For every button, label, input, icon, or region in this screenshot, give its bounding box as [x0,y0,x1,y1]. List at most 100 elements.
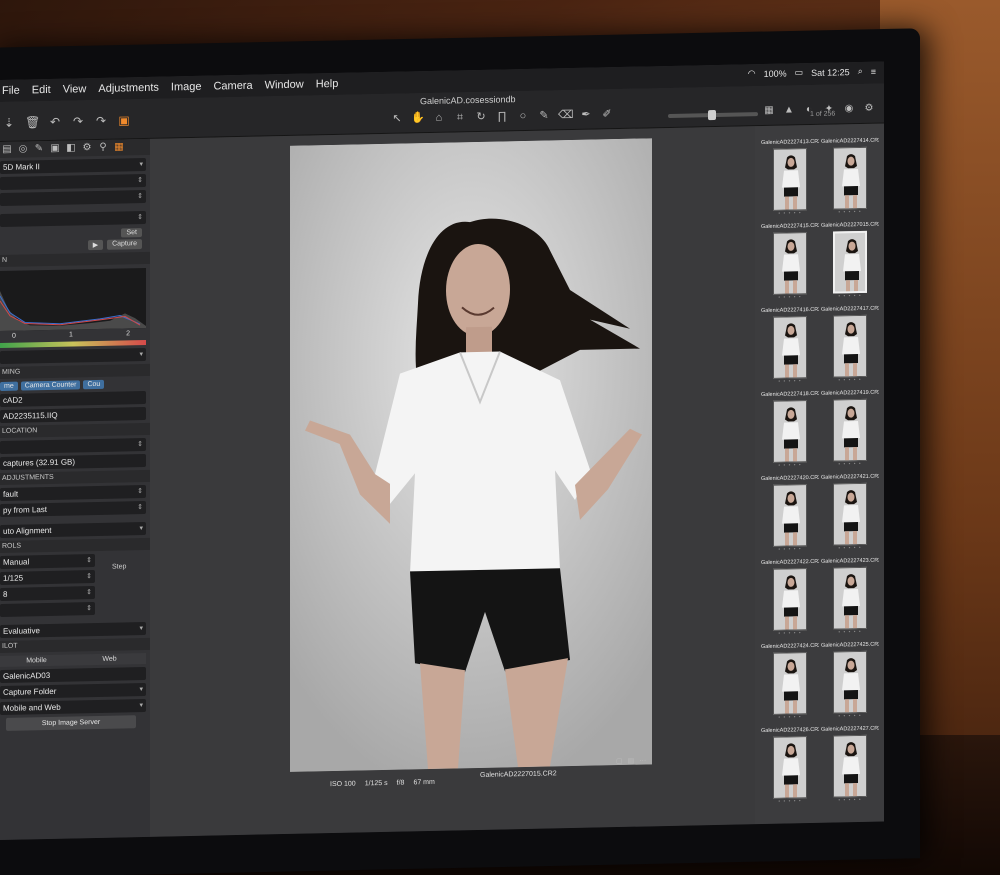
thumbnail-image[interactable] [773,400,807,463]
thumbnail-rating[interactable]: • • • • • [821,545,879,553]
auto-alignment-select[interactable]: uto Alignment ▾ [0,521,146,538]
import-icon[interactable]: ⇣ [2,116,16,130]
adjust-icon[interactable]: ⚲ [98,142,108,153]
live-view-button[interactable]: ▶ [87,239,104,251]
thumbnail-item[interactable]: GalenicAD2227415.CR2 • • • • • [761,223,819,308]
camera-setting-1[interactable]: ⇕ [0,173,146,190]
zoom-slider[interactable] [668,110,758,121]
eraser-icon[interactable]: ⌫ [558,108,574,122]
thumbnail-image[interactable] [833,734,867,798]
thumbnail-item[interactable]: GalenicAD2227419.CR2 • • • • • [821,390,879,475]
exposure-tab-icon[interactable]: ◧ [66,142,76,153]
thumbnail-item[interactable]: GalenicAD2227015.CR2 • • • • • [821,222,879,307]
battery-icon[interactable]: ▭ [795,67,804,78]
menu-file[interactable]: File [2,85,20,97]
mobile-web-select[interactable]: Mobile and Web ▾ [0,698,146,715]
zoom-slider-knob[interactable] [708,110,716,121]
stop-image-server-button[interactable]: Stop Image Server [6,715,136,731]
thumbnail-image[interactable] [773,148,807,211]
copy-from-last-select[interactable]: py from Last ⇕ [0,500,146,517]
camera-setting-3[interactable]: ⇕ [0,210,146,227]
thumbnail-rating[interactable]: • • • • • [761,210,819,218]
undo-icon[interactable]: ↶ [48,115,62,129]
thumbnail-image[interactable] [773,736,807,799]
viewer-compare-icon[interactable]: ▤ [628,757,635,765]
thumbnail-image[interactable] [773,316,807,379]
thumbnail-item[interactable]: GalenicAD2227416.CR2 • • • • • [761,307,819,392]
thumbnail-rating[interactable]: • • • • • [821,713,879,721]
menu-image[interactable]: Image [171,81,202,94]
location-header[interactable]: LOCATION [0,422,150,438]
thumbnail-rating[interactable]: • • • • • [761,378,819,386]
thumbnail-item[interactable]: GalenicAD2227426.CR2 • • • • • [761,727,819,812]
capture-folder-select[interactable]: Capture Folder ▾ [0,682,146,699]
location-select[interactable]: ⇕ [0,437,146,454]
thumbnail-image[interactable] [833,398,867,462]
name-token[interactable]: me [0,381,18,391]
mode-select[interactable]: Manual ⇕ [0,554,95,569]
thumbnail-image[interactable] [833,566,867,630]
grid-view-icon[interactable]: ▦ [762,104,776,118]
pilot-name-field[interactable]: GalenicAD03 [0,666,146,683]
spot-icon[interactable]: ○ [516,109,530,123]
focus-icon[interactable]: ✦ [822,102,836,116]
rotate-icon[interactable]: ↻ [474,110,488,124]
crop-icon[interactable]: ⌗ [453,110,467,124]
warning-icon[interactable]: ▲ [782,103,796,117]
camera-setting-2[interactable]: ⇕ [0,189,146,206]
thumbnail-rating[interactable]: • • • • • [761,462,819,470]
shutter-select[interactable]: 1/125 ⇕ [0,570,95,585]
brush-icon[interactable]: ✎ [537,108,551,122]
thumbnail-image[interactable] [773,232,807,295]
menu-list-icon[interactable]: ≡ [871,66,876,76]
thumbnail-image[interactable] [833,650,867,714]
thumbnail-item[interactable]: GalenicAD2227420.CR2 • • • • • [761,475,819,560]
forward-icon[interactable]: ↷ [94,114,108,128]
thumbnail-item[interactable]: GalenicAD2227413.CR2 • • • • • [761,139,819,224]
thumbnail-item[interactable]: GalenicAD2227417.CR2 • • • • • [821,306,879,391]
thumbnail-rating[interactable]: • • • • • [821,629,879,637]
adjustments-header[interactable]: ADJUSTMENTS [0,469,150,485]
color-icon[interactable]: ▣ [50,143,60,154]
menu-adjustments[interactable]: Adjustments [98,82,159,95]
thumbnail-image[interactable] [833,314,867,378]
capture-pilot-header[interactable]: ILOT [0,637,150,653]
lens-icon[interactable]: ✎ [34,143,44,154]
menu-help[interactable]: Help [316,78,339,90]
main-photo[interactable] [290,138,652,772]
capture-button[interactable]: Capture [107,239,142,250]
thumbnail-image[interactable] [773,652,807,715]
settings-icon[interactable]: ⚙ [862,102,876,116]
select-icon[interactable]: ↖ [390,112,404,126]
viewer-grid-icon[interactable]: ▢ [616,757,623,765]
camera-select[interactable]: 5D Mark II ▾ [0,157,146,174]
keystone-icon[interactable]: ∏ [495,109,509,123]
viewer-options-icon[interactable]: ⋯ [639,756,646,764]
camera-capture-icon[interactable]: ▣ [117,113,131,127]
grid-tab-icon[interactable]: ▦ [114,141,124,152]
camera-controls-header[interactable]: ROLS [0,537,150,553]
thumbnail-item[interactable]: GalenicAD2227427.CR2 • • • • • [821,726,879,811]
pan-icon[interactable]: ✋ [411,111,425,125]
counter-token[interactable]: Cou [83,379,105,390]
menu-view[interactable]: View [63,83,87,95]
thumbnail-item[interactable]: GalenicAD2227422.CR2 • • • • • [761,559,819,644]
thumbnail-rating[interactable]: • • • • • [761,294,819,302]
thumbnail-image[interactable] [833,482,867,546]
redo-icon[interactable]: ↷ [71,114,85,128]
palette-icon[interactable]: ◉ [842,102,856,116]
picker-icon[interactable]: ✒ [579,108,593,122]
menu-edit[interactable]: Edit [32,84,51,96]
thumbnail-rating[interactable]: • • • • • [821,377,879,385]
camera-counter-token[interactable]: Camera Counter [20,380,81,391]
thumbnail-image[interactable] [773,568,807,631]
thumbnail-item[interactable]: GalenicAD2227421.CR2 • • • • • [821,474,879,559]
image-viewer[interactable]: ▢ ▤ ⋯ GalenicAD2227015.CR2 ISO 100 1/125… [150,126,755,837]
annotate-icon[interactable]: ✐ [600,107,614,121]
thumbnail-rating[interactable]: • • • • • [761,630,819,638]
thumbnail-rating[interactable]: • • • • • [821,209,879,217]
thumbnail-image[interactable] [833,146,867,210]
library-icon[interactable]: ▤ [2,144,12,155]
thumbnail-item[interactable]: GalenicAD2227414.CR2 • • • • • [821,138,879,223]
loupe-icon[interactable]: ⌂ [432,111,446,125]
